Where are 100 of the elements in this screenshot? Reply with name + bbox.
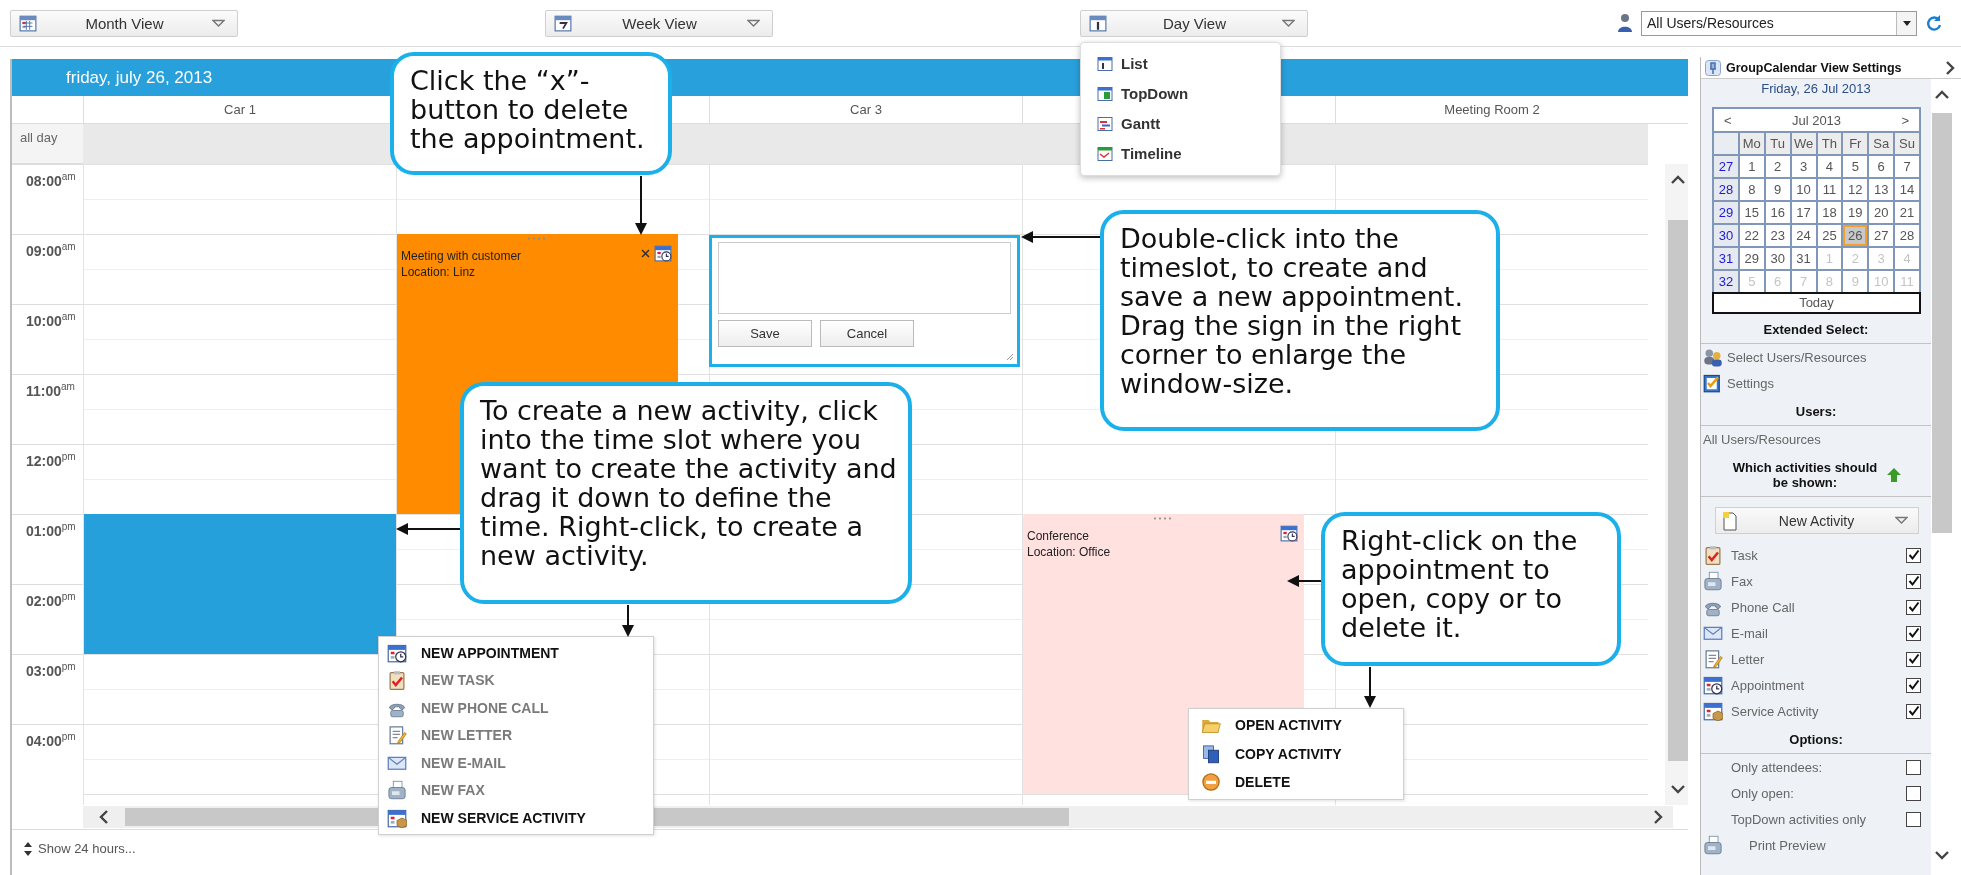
calendar-day[interactable]: 23 [1765, 225, 1790, 246]
menu-item[interactable]: Timeline [1081, 138, 1280, 169]
drag-handle-icon [1154, 517, 1173, 520]
week-calendar-icon [554, 14, 572, 32]
checkbox[interactable] [1906, 547, 1921, 563]
document-pencil-icon [387, 725, 407, 746]
calendar-day[interactable]: 16 [1765, 202, 1790, 223]
calendar-day[interactable]: 28 [1895, 225, 1919, 246]
menu-item[interactable]: Gantt [1081, 108, 1280, 139]
calendar-day[interactable]: 22 [1739, 225, 1764, 246]
week-number[interactable]: 27 [1714, 156, 1738, 177]
clipboard-check-icon [387, 670, 407, 691]
calendar-day[interactable]: 26 [1843, 225, 1868, 246]
selected-date: Friday, 26 Jul 2013 [1760, 80, 1872, 98]
checkbox[interactable] [1906, 759, 1921, 775]
calendar-day[interactable]: 24 [1791, 225, 1816, 246]
calendar-box-icon [1703, 701, 1723, 721]
checkbox[interactable] [1906, 703, 1921, 719]
calendar-day[interactable]: 21 [1895, 202, 1919, 223]
calendar-box-icon [387, 807, 407, 828]
calendar-day[interactable]: 6 [1869, 156, 1894, 177]
section-heading: Extended Select: [1763, 322, 1869, 337]
show-hours-link[interactable]: Show 24 hours... [38, 841, 136, 856]
arrow [1287, 575, 1322, 587]
resize-grip-icon[interactable] [1006, 353, 1014, 361]
appointment-location: Location: Office [1027, 544, 1112, 560]
calendar-day[interactable]: 2 [1765, 156, 1790, 177]
checkbox[interactable] [1906, 677, 1921, 693]
up-down-icon [24, 841, 32, 856]
panel-title: GroupCalendar View Settings [1726, 60, 1903, 75]
checkbox[interactable] [1906, 811, 1921, 827]
calendar-day[interactable]: 8 [1739, 179, 1764, 200]
vertical-scrollbar[interactable] [1665, 164, 1688, 805]
panel-link[interactable]: Select Users/Resources [1727, 349, 1867, 365]
close-icon[interactable] [640, 248, 650, 258]
calendar-day[interactable]: 9 [1765, 179, 1790, 200]
pin-icon[interactable] [1705, 59, 1721, 76]
calendar-day[interactable]: 27 [1869, 225, 1894, 246]
calendar-day[interactable]: 12 [1843, 179, 1868, 200]
checkbox[interactable] [1906, 785, 1921, 801]
calendar-day[interactable]: 3 [1791, 156, 1816, 177]
panel-link[interactable]: Settings [1727, 375, 1774, 391]
calendar-day[interactable]: 30 [1765, 248, 1790, 269]
week-number[interactable]: 29 [1714, 202, 1738, 223]
view-button[interactable]: Week View [545, 9, 773, 37]
popup-button[interactable]: Save [718, 320, 812, 347]
today-button[interactable]: Today [1712, 292, 1921, 314]
menu-item[interactable]: NEW SERVICE ACTIVITY [379, 804, 653, 832]
checkbox[interactable] [1906, 625, 1921, 641]
org-chart-icon [1097, 85, 1113, 102]
user-select[interactable]: All Users/Resources [1641, 10, 1917, 36]
calendar-day[interactable]: 7 [1895, 156, 1919, 177]
next-month-button[interactable]: > [1901, 112, 1909, 128]
weekday-label: Th [1817, 133, 1842, 154]
activity-type-label: Appointment [1731, 677, 1805, 693]
week-number[interactable]: 32 [1714, 271, 1738, 292]
calendar-day[interactable]: 20 [1869, 202, 1894, 223]
calendar-day[interactable]: 11 [1817, 179, 1842, 200]
users-value: All Users/Resources [1703, 431, 1821, 447]
calendar-day[interactable]: 14 [1895, 179, 1919, 200]
checkbox[interactable] [1906, 599, 1921, 615]
calendar-day[interactable]: 10 [1791, 179, 1816, 200]
previous-month-button[interactable]: < [1724, 112, 1732, 128]
menu-item[interactable]: NEW APPOINTMENT [379, 639, 653, 667]
refresh-icon[interactable] [1925, 14, 1943, 32]
calendar-day[interactable]: 1 [1739, 156, 1764, 177]
week-number[interactable]: 30 [1714, 225, 1738, 246]
print-preview-link[interactable]: Print Preview [1731, 837, 1921, 853]
week-number[interactable]: 31 [1714, 248, 1738, 269]
calendar-day[interactable]: 18 [1817, 202, 1842, 223]
view-button[interactable]: Month View [10, 9, 238, 37]
calendar-day[interactable]: 15 [1739, 202, 1764, 223]
month-calendar-icon [19, 14, 37, 32]
up-arrow-icon[interactable] [1886, 467, 1902, 483]
calendar-day[interactable]: 5 [1843, 156, 1868, 177]
calendar-clock-icon [653, 244, 672, 262]
fax-icon [387, 780, 407, 801]
user-icon [1617, 13, 1633, 33]
popup-button[interactable]: Cancel [820, 320, 914, 347]
checkbox[interactable] [1906, 651, 1921, 667]
weekday-label: Mo [1739, 133, 1764, 154]
calendar-day[interactable]: 13 [1869, 179, 1894, 200]
fax-icon [1703, 571, 1723, 591]
calendar-day[interactable]: 25 [1817, 225, 1842, 246]
view-button[interactable]: Day View [1080, 9, 1308, 37]
documents-icon [1201, 743, 1221, 764]
checkbox[interactable] [1906, 573, 1921, 589]
calendar-day[interactable]: 29 [1739, 248, 1764, 269]
subject-field[interactable] [718, 242, 1011, 314]
callout-tooltip: Double-click into the timeslot, to create and save a new appointment. Drag the sign in the right corner to enlarge the window-size. [1100, 210, 1500, 431]
new-activity-button[interactable]: New Activity [1715, 507, 1919, 534]
week-number[interactable]: 28 [1714, 179, 1738, 200]
calendar-day[interactable]: 17 [1791, 202, 1816, 223]
calendar-day[interactable]: 19 [1843, 202, 1868, 223]
dropdown-arrow-icon[interactable] [1902, 20, 1911, 26]
calendar-day[interactable]: 31 [1791, 248, 1816, 269]
minus-circle-icon [1201, 772, 1221, 793]
calendar-day[interactable]: 4 [1817, 156, 1842, 177]
hour-label: 12:00$^{pm}$ [26, 453, 76, 469]
caret-icon [212, 18, 225, 28]
